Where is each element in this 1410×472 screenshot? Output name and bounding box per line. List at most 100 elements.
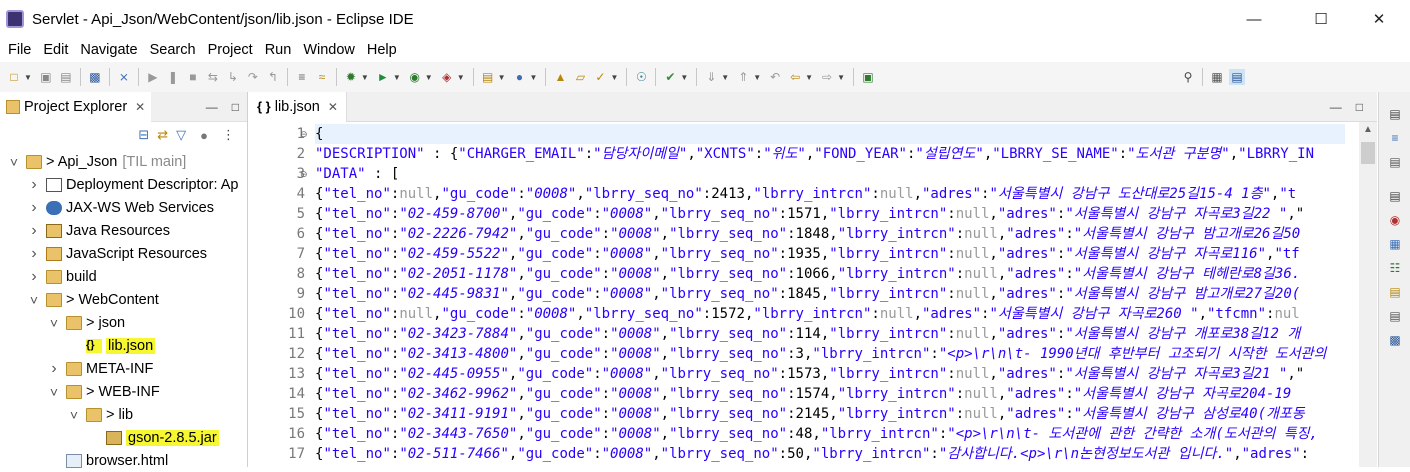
code-line[interactable]: {"tel_no":null,"gu_code":"0008","lbrry_s… <box>315 304 1300 324</box>
code-line[interactable]: {"tel_no":"02-2226-7942","gu_code":"0008… <box>315 224 1300 244</box>
expand-arrow-icon[interactable]: ˅ <box>68 407 80 423</box>
code-editor[interactable]: 1 ⊖ 2 3 ⊖ 4 5 6 7 8 9 10 11 12 13 14 15 16 17 {"DESCRIPTIO… <box>249 122 1377 467</box>
new-class-icon[interactable]: ● <box>512 69 528 85</box>
servers-icon[interactable]: ☷ <box>1387 260 1403 276</box>
focus-icon[interactable]: ● <box>200 128 208 143</box>
code-line[interactable]: {"tel_no":"02-445-0955","gu_code":"0008"… <box>315 364 1304 384</box>
maximize-button[interactable]: ☐ <box>1298 0 1344 38</box>
step-return-icon[interactable]: ↰ <box>265 69 281 85</box>
new-dropdown-icon[interactable]: ▼ <box>24 73 32 82</box>
menu-search[interactable]: Search <box>144 42 202 58</box>
search-tool-icon[interactable]: ✓ <box>592 69 608 85</box>
toggle-ant-icon[interactable]: ≈ <box>314 69 330 85</box>
tree-item[interactable]: ˅ > WebContent <box>28 288 159 311</box>
code-line[interactable]: {"tel_no":"02-511-7466","gu_code":"0008"… <box>315 444 1309 464</box>
maximize-editor-icon[interactable]: □ <box>1356 100 1363 114</box>
tab-lib-json[interactable]: { } lib.json ✕ <box>249 91 347 122</box>
fold-toggle-icon[interactable]: ⊖ <box>300 164 308 184</box>
tree-item[interactable]: ˅ > json <box>48 311 125 334</box>
collapse-arrow-icon[interactable]: › <box>28 245 40 263</box>
collapse-arrow-icon[interactable]: › <box>28 222 40 240</box>
code-line[interactable]: {"tel_no":"02-3462-9962","gu_code":"0008… <box>315 384 1300 404</box>
next-annotation-dropdown-icon[interactable]: ▼ <box>721 73 729 82</box>
link-with-editor-icon[interactable]: ⇄ <box>157 127 168 143</box>
collapse-all-icon[interactable]: ⊟ <box>138 127 149 143</box>
outline-icon[interactable]: ≡ <box>1387 130 1403 146</box>
terminate-icon[interactable]: ■ <box>185 69 201 85</box>
filter-icon[interactable]: ▽ <box>176 127 186 143</box>
minimize-button[interactable]: — <box>1231 0 1277 38</box>
run-icon[interactable]: ► <box>375 69 391 85</box>
external-tools-dropdown-icon[interactable]: ▼ <box>457 73 465 82</box>
skip-breakpoints-icon[interactable]: ⨯ <box>116 69 132 85</box>
code-line[interactable]: {"tel_no":"02-445-9831","gu_code":"0008"… <box>315 284 1300 304</box>
tree-item[interactable]: gson-2.8.5.jar <box>88 426 219 449</box>
expand-arrow-icon[interactable]: ˅ <box>28 292 40 308</box>
step-over-icon[interactable]: ↷ <box>245 69 261 85</box>
open-perspective-icon[interactable]: ▦ <box>1209 69 1225 85</box>
resume-icon[interactable]: ▶ <box>145 69 161 85</box>
tab-project-explorer[interactable]: Project Explorer ✕ <box>0 91 152 122</box>
tree-item[interactable]: › Java Resources <box>28 219 170 242</box>
code-line[interactable]: {"tel_no":"02-3443-7650","gu_code":"0008… <box>315 424 1318 444</box>
code-line[interactable]: {"tel_no":"02-459-5522","gu_code":"0008"… <box>315 244 1300 264</box>
save-all-icon[interactable]: ▤ <box>58 69 74 85</box>
collapse-arrow-icon[interactable]: › <box>28 199 40 217</box>
data-source-icon[interactable]: ▤ <box>1387 284 1403 300</box>
snippets-icon[interactable]: ▤ <box>1387 308 1403 324</box>
collapse-arrow-icon[interactable]: › <box>28 176 40 194</box>
menu-navigate[interactable]: Navigate <box>74 42 143 58</box>
search-icon[interactable]: ⚲ <box>1180 69 1196 85</box>
code-line[interactable]: "DATA" : [ <box>315 164 399 184</box>
collapse-arrow-icon[interactable]: › <box>28 268 40 286</box>
menu-file[interactable]: File <box>2 42 37 58</box>
tree-item[interactable]: {} lib.json <box>68 334 156 357</box>
open-type-icon[interactable]: ▲ <box>552 69 568 85</box>
scrollbar-thumb[interactable] <box>1361 142 1375 164</box>
tree-item[interactable]: › JavaScript Resources <box>28 242 207 265</box>
tree-item[interactable]: ˅ > Api_Json [TIL main] <box>8 150 186 173</box>
coverage-icon[interactable]: ◉ <box>407 69 423 85</box>
last-edit-icon[interactable]: ↶ <box>767 69 783 85</box>
minimize-editor-icon[interactable]: — <box>1330 100 1342 114</box>
restore-icon[interactable]: ▤ <box>1387 106 1403 122</box>
task-list-icon[interactable]: ▤ <box>1387 154 1403 170</box>
new-class-dropdown-icon[interactable]: ▼ <box>530 73 538 82</box>
properties-icon[interactable]: ▦ <box>1387 236 1403 252</box>
menu-project[interactable]: Project <box>202 42 259 58</box>
close-icon[interactable]: ✕ <box>135 100 145 114</box>
debug-dropdown-icon[interactable]: ▼ <box>361 73 369 82</box>
open-task-icon[interactable]: ▱ <box>572 69 588 85</box>
tree-item[interactable]: › META-INF <box>48 357 153 380</box>
annotation-icon[interactable]: ✔ <box>662 69 678 85</box>
code-line[interactable]: {"tel_no":"02-459-8700","gu_code":"0008"… <box>315 204 1304 224</box>
menu-run[interactable]: Run <box>259 42 298 58</box>
next-annotation-icon[interactable]: ⇓ <box>703 69 719 85</box>
minimize-view-icon[interactable]: — <box>206 100 218 114</box>
tree-item[interactable]: › build <box>28 265 96 288</box>
expand-arrow-icon[interactable]: ˅ <box>8 154 20 170</box>
menu-window[interactable]: Window <box>297 42 361 58</box>
forward-icon[interactable]: ⇨ <box>819 69 835 85</box>
back-icon[interactable]: ⇦ <box>787 69 803 85</box>
javaee-perspective-icon[interactable]: ▤ <box>1228 69 1245 85</box>
vertical-scrollbar[interactable]: ▲ <box>1359 122 1377 467</box>
suspend-icon[interactable]: ❚ <box>165 69 181 85</box>
debug-icon[interactable]: ✹ <box>343 69 359 85</box>
code-line[interactable]: "DESCRIPTION" : {"CHARGER_EMAIL":"담당자이메일… <box>315 144 1314 164</box>
collapse-arrow-icon[interactable]: › <box>48 360 60 378</box>
tree-item[interactable]: › Deployment Descriptor: Ap <box>28 173 238 196</box>
maximize-view-icon[interactable]: □ <box>232 100 239 114</box>
forward-dropdown-icon[interactable]: ▼ <box>837 73 845 82</box>
tree-item[interactable]: ˅ > WEB-INF <box>48 380 160 403</box>
search-dropdown-icon[interactable]: ▼ <box>610 73 618 82</box>
menu-edit[interactable]: Edit <box>37 42 74 58</box>
tree-item[interactable]: ˅ > lib <box>68 403 133 426</box>
previous-annotation-icon[interactable]: ⇑ <box>735 69 751 85</box>
disconnect-icon[interactable]: ⇆ <box>205 69 221 85</box>
expand-arrow-icon[interactable]: ˅ <box>48 315 60 331</box>
close-button[interactable]: ✕ <box>1356 0 1402 38</box>
new-server-icon[interactable]: ▤ <box>480 69 496 85</box>
code-line[interactable]: { <box>315 124 1345 144</box>
fold-toggle-icon[interactable]: ⊖ <box>300 124 308 144</box>
